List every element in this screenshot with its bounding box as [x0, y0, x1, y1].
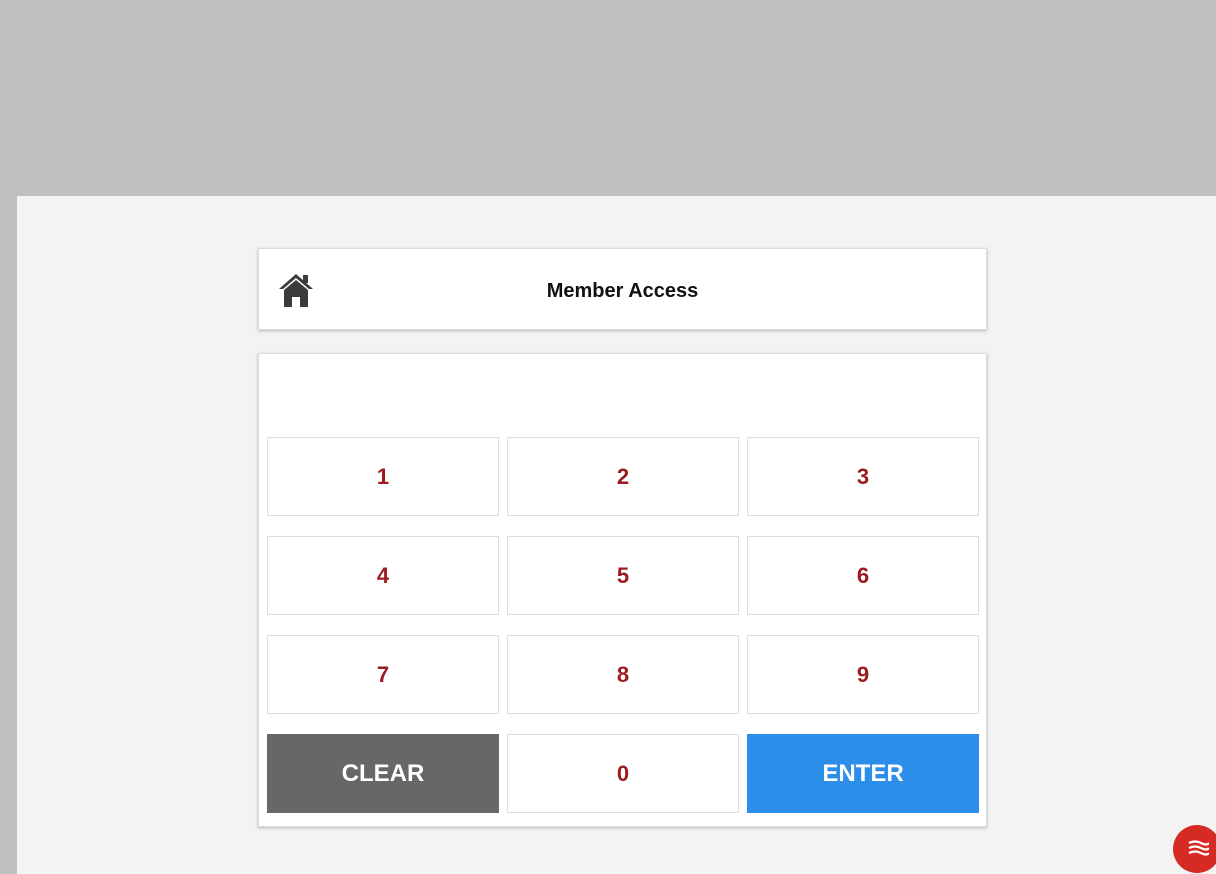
pin-display — [267, 362, 978, 430]
home-button[interactable] — [275, 269, 317, 311]
clear-button[interactable]: CLEAR — [267, 734, 499, 813]
key-0[interactable]: 0 — [507, 734, 739, 813]
key-8[interactable]: 8 — [507, 635, 739, 714]
key-1[interactable]: 1 — [267, 437, 499, 516]
key-2[interactable]: 2 — [507, 437, 739, 516]
menu-waves-icon — [1188, 840, 1209, 856]
key-9[interactable]: 9 — [747, 635, 979, 714]
key-4[interactable]: 4 — [267, 536, 499, 615]
key-7[interactable]: 7 — [267, 635, 499, 714]
header-card: Member Access — [258, 248, 987, 330]
key-6[interactable]: 6 — [747, 536, 979, 615]
floating-menu-button[interactable] — [1173, 825, 1216, 873]
key-3[interactable]: 3 — [747, 437, 979, 516]
keypad-card: 1 2 3 4 5 6 7 8 9 CLEAR 0 ENTER — [258, 353, 987, 827]
home-icon — [279, 274, 313, 307]
page-title: Member Access — [546, 280, 699, 302]
key-5[interactable]: 5 — [507, 536, 739, 615]
enter-button[interactable]: ENTER — [747, 734, 979, 813]
